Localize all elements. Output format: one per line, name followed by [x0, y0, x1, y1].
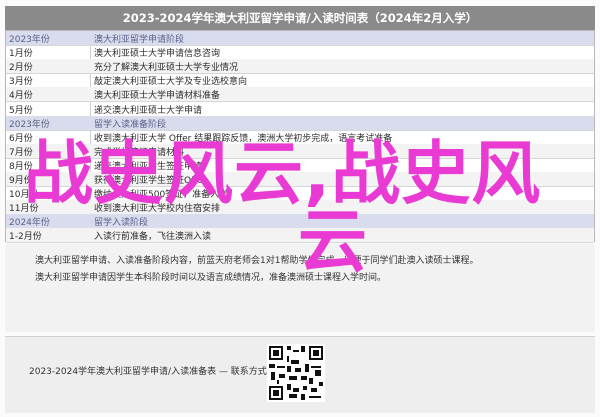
row-description: 澳大利亚硕士大学申请材料准备	[94, 91, 221, 102]
row-date: 2023年份	[9, 35, 50, 45]
row-date: 5月份	[9, 105, 33, 116]
row-description: 留学入读准备阶段	[94, 119, 167, 130]
note-line-1: 澳大利亚留学申请、入读准备阶段内容，前蓝天府老师会1对1帮助学生完成，以便于同学…	[35, 256, 479, 266]
section-row: 2023年份 澳大利亚留学申请阶段	[6, 31, 594, 46]
row-description: 澳大利亚硕士大学申请信息咨询	[94, 49, 221, 60]
page-title: 2023-2024学年澳大利亚留学申请/入读时间表（2024年2月入学）	[5, 6, 595, 30]
row-date: 2月份	[9, 63, 33, 74]
row-date: 1-2月份	[9, 232, 42, 243]
table-row: 3月份 敲定澳大利亚硕士大学及专业选校意向	[6, 73, 594, 89]
table-row: 4月份 澳大利亚硕士大学申请材料准备	[6, 87, 594, 103]
table-row: 5月份 递交澳大利亚硕士大学申请	[6, 102, 594, 117]
table-row: 1月份 澳大利亚硕士大学申请信息咨询	[6, 45, 594, 61]
page: 2023-2024学年澳大利亚留学申请/入读时间表（2024年2月入学） 202…	[0, 0, 600, 417]
row-description: 敲定澳大利亚硕士大学及专业选校意向	[94, 77, 248, 88]
row-date: 2023年份	[9, 119, 50, 130]
watermark-line-1: 战史风云,战史风	[24, 134, 542, 214]
row-date: 3月份	[9, 77, 33, 88]
row-date: 2024年份	[9, 218, 50, 229]
watermark-line-2: 云	[298, 202, 368, 282]
row-date: 4月份	[9, 91, 33, 102]
row-description: 递交澳大利亚硕士大学申请	[94, 105, 203, 116]
table-row: 2月份 充分了解澳大利亚硕士大学专业情况	[6, 59, 594, 75]
section-row: 2023年份 留学入读准备阶段	[6, 115, 594, 131]
footer-text: 2023-2024学年澳大利亚留学申请/入读准备表 — 联系方式张老师：	[29, 367, 303, 377]
row-date: 1月份	[9, 49, 33, 60]
row-description: 充分了解澳大利亚硕士大学专业情况	[94, 63, 239, 74]
row-description: 澳大利亚留学申请阶段	[94, 35, 185, 45]
qr-code-icon	[267, 344, 325, 402]
